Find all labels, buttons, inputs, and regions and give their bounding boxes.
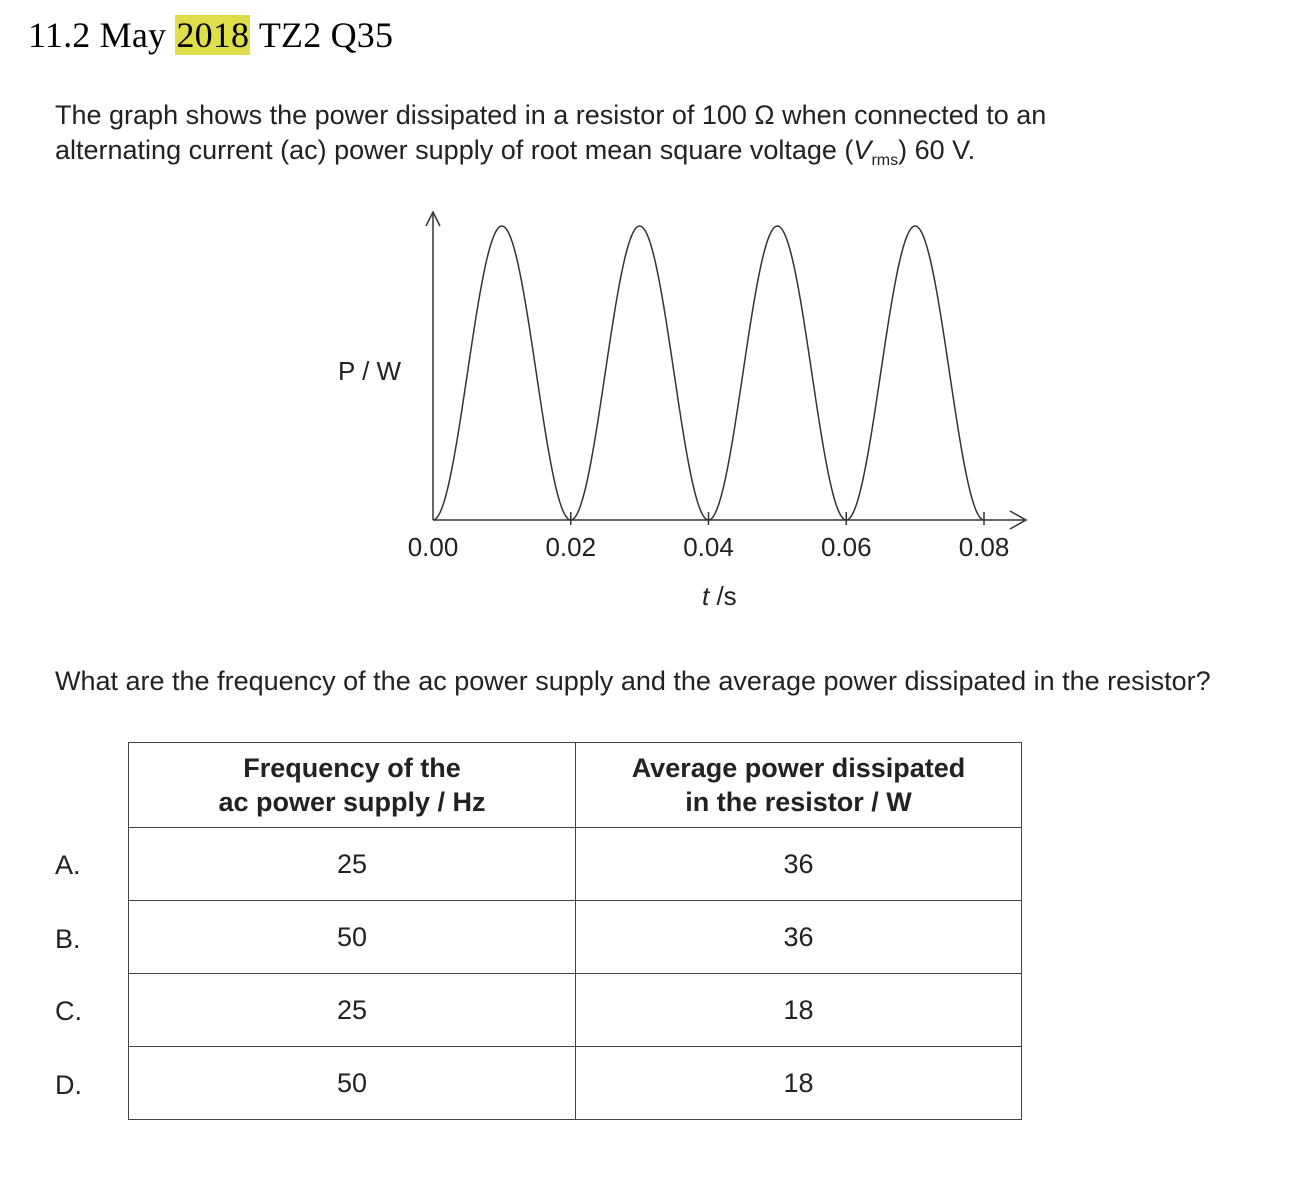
header-power-line-1: Average power dissipated — [631, 753, 966, 783]
table-header-row: Frequency of the ac power supply / Hz Ave… — [128, 742, 1022, 828]
x-tick-label: 0.06 — [821, 532, 872, 562]
power-curve — [432, 225, 985, 521]
power-cell: 18 — [575, 1046, 1022, 1120]
header-frequency-line-2: ac power supply / Hz — [218, 787, 486, 817]
x-axis-label-unit: /s — [709, 581, 736, 611]
header-frequency: Frequency of the ac power supply / Hz — [128, 742, 576, 828]
question-text: What are the frequency of the ac power s… — [55, 666, 1211, 696]
header-power-line-2: in the resistor / W — [685, 787, 912, 817]
x-tick-label: 0.00 — [408, 532, 459, 562]
x-tick-label: 0.08 — [959, 532, 1010, 562]
header-frequency-line-1: Frequency of the — [243, 753, 461, 783]
frequency-cell: 50 — [128, 900, 576, 974]
y-axis-label: P / W — [338, 356, 402, 386]
x-tick-label: 0.02 — [545, 532, 596, 562]
table-row[interactable]: 25 36 — [128, 827, 1022, 901]
power-cell: 36 — [575, 827, 1022, 901]
table-row[interactable]: 25 18 — [128, 973, 1022, 1047]
power-cell: 18 — [575, 973, 1022, 1047]
option-letter-c[interactable]: C. — [55, 996, 82, 1027]
option-letter-a[interactable]: A. — [55, 850, 81, 881]
option-letter-d[interactable]: D. — [55, 1070, 82, 1101]
x-tick-label: 0.04 — [683, 532, 734, 562]
option-letter-b[interactable]: B. — [55, 924, 81, 955]
answer-table: Frequency of the ac power supply / Hz Ave… — [128, 742, 1022, 1120]
power-cell: 36 — [575, 900, 1022, 974]
table-row[interactable]: 50 18 — [128, 1046, 1022, 1120]
frequency-cell: 25 — [128, 827, 576, 901]
frequency-cell: 50 — [128, 1046, 576, 1120]
table-row[interactable]: 50 36 — [128, 900, 1022, 974]
x-axis-label: t /s — [702, 581, 737, 611]
header-power: Average power dissipated in the resistor … — [575, 742, 1022, 828]
frequency-cell: 25 — [128, 973, 576, 1047]
power-time-graph: 0.00 0.02 0.04 0.06 0.08 P / W t /s — [338, 210, 1028, 611]
